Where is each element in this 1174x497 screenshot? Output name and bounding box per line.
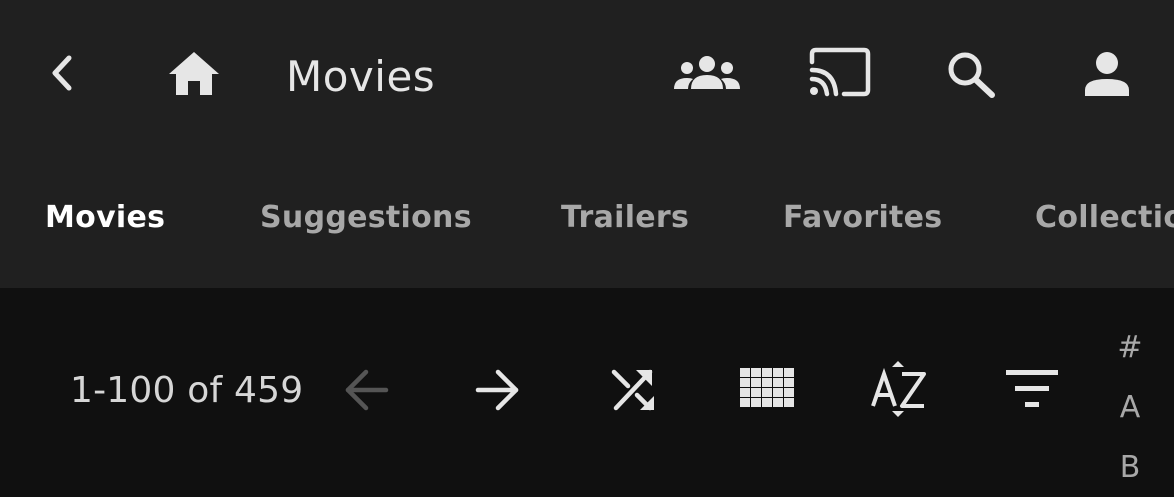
grid-icon[interactable] — [740, 368, 794, 408]
tabs-bar: Movies Suggestions Trailers Favorites Co… — [0, 152, 1174, 288]
shuffle-icon[interactable] — [610, 366, 656, 412]
tab-favorites[interactable]: Favorites — [783, 198, 942, 238]
alpha-picker-hash[interactable]: # — [1112, 330, 1148, 366]
page-title: Movies — [286, 52, 436, 101]
tab-suggestions[interactable]: Suggestions — [260, 198, 472, 238]
header-bar: Movies — [0, 0, 1174, 152]
search-icon[interactable] — [946, 50, 998, 100]
app-root: Movies Movies Suggestions Trailers Favor… — [0, 0, 1174, 497]
tab-movies[interactable]: Movies — [45, 198, 165, 238]
alpha-picker-a[interactable]: A — [1112, 390, 1148, 426]
filter-icon[interactable] — [1006, 370, 1058, 408]
paging-count: 1-100 of 459 — [70, 370, 304, 411]
arrow-right-icon[interactable] — [474, 366, 522, 414]
arrow-left-icon[interactable] — [342, 366, 390, 414]
tab-collections[interactable]: Collections — [1035, 198, 1174, 238]
group-icon[interactable] — [672, 55, 742, 91]
cast-icon[interactable] — [808, 46, 872, 98]
home-icon[interactable] — [166, 50, 222, 96]
chevron-left-icon[interactable] — [44, 52, 80, 94]
alpha-picker-b[interactable]: B — [1112, 450, 1148, 486]
tab-trailers[interactable]: Trailers — [561, 198, 689, 238]
sort-az-icon[interactable] — [870, 360, 928, 418]
person-icon[interactable] — [1082, 50, 1132, 98]
